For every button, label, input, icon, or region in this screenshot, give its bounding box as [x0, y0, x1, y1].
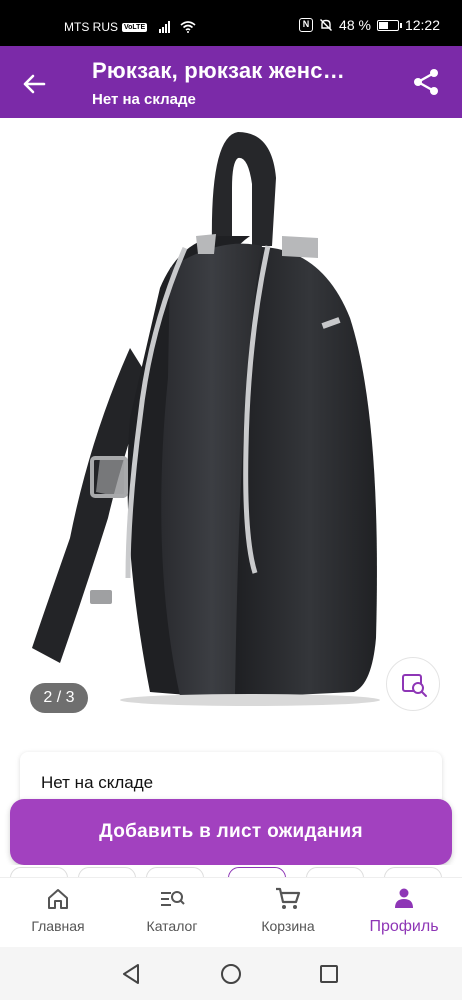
- page-subtitle: Нет на складе: [92, 91, 196, 108]
- carrier-name: MTS RUS: [64, 20, 118, 34]
- image-counter: 2 / 3: [30, 683, 88, 713]
- nfc-icon: N: [299, 18, 314, 32]
- add-to-waitlist-button[interactable]: Добавить в лист ожидания: [10, 799, 452, 865]
- back-arrow-icon[interactable]: [18, 68, 50, 100]
- nav-cart-label: Корзина: [261, 918, 315, 934]
- system-navigation-bar: [0, 947, 462, 1000]
- battery-icon: [376, 19, 402, 31]
- signal-icon: [159, 21, 171, 33]
- visual-search-icon: [402, 674, 427, 697]
- profile-icon: [395, 888, 413, 908]
- volte-badge: VoLTE: [122, 22, 148, 32]
- product-image[interactable]: [0, 118, 462, 738]
- bottom-navigation: Главная Каталог Корзина Профиль: [0, 877, 462, 947]
- app-bar: Рюкзак, рюкзак женс… Нет на складе: [0, 46, 462, 118]
- variant-chips-peek: [0, 865, 462, 877]
- stock-status-text: Нет на складе: [41, 773, 154, 792]
- backpack-image: [32, 132, 380, 706]
- page-title: Рюкзак, рюкзак женс…: [92, 58, 345, 83]
- system-back-icon[interactable]: [118, 961, 144, 987]
- system-home-icon[interactable]: [218, 961, 244, 987]
- catalog-search-icon: [161, 891, 185, 906]
- nav-catalog[interactable]: Каталог: [122, 886, 222, 946]
- image-search-button[interactable]: [386, 657, 440, 711]
- battery-percent: 48 %: [339, 17, 371, 33]
- share-icon[interactable]: [410, 66, 442, 98]
- nav-home[interactable]: Главная: [8, 886, 108, 946]
- nav-catalog-label: Каталог: [146, 918, 198, 934]
- home-icon: [48, 889, 68, 909]
- nav-profile-label: Профиль: [369, 918, 439, 935]
- mute-bell-icon: [320, 19, 333, 31]
- clock: 12:22: [404, 17, 440, 33]
- nav-home-label: Главная: [31, 918, 85, 934]
- cart-icon: [276, 887, 301, 909]
- status-left: MTS RUS VoLTE: [64, 20, 196, 34]
- nav-cart[interactable]: Корзина: [238, 886, 338, 946]
- system-recents-icon[interactable]: [316, 961, 342, 987]
- status-right: N 48 % 12:22: [299, 17, 440, 33]
- nav-profile[interactable]: Профиль: [354, 886, 454, 946]
- wifi-icon: [180, 21, 196, 33]
